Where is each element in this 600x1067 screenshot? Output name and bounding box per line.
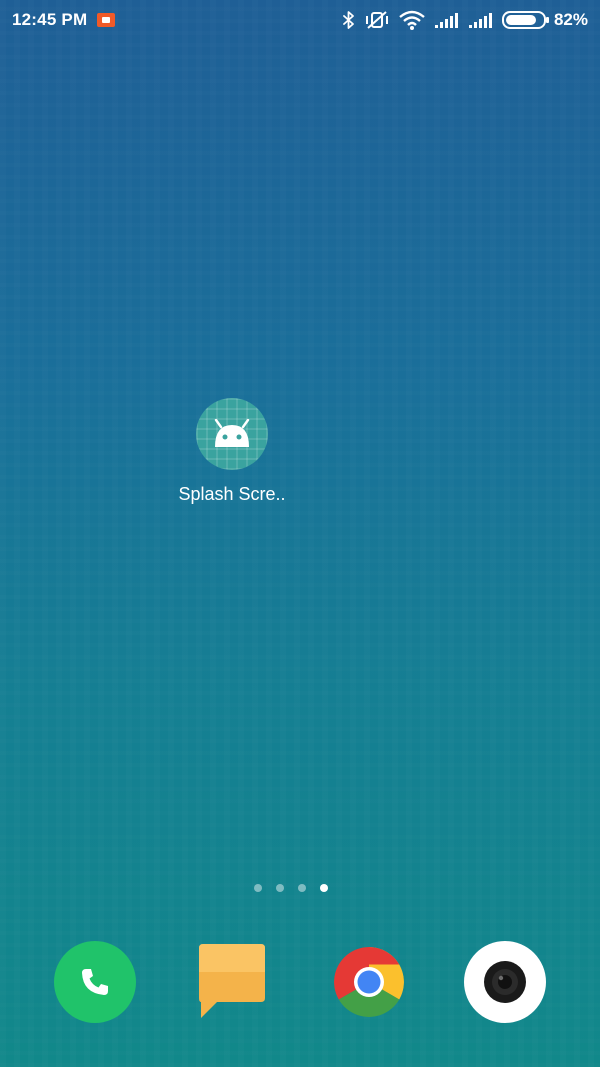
messages-icon [199, 944, 265, 1018]
vibrate-off-icon [364, 10, 390, 30]
signal-1-icon [434, 11, 460, 29]
status-time: 12:45 PM [12, 10, 88, 29]
camera-icon[interactable] [464, 941, 546, 1023]
camera-app-button[interactable] [463, 940, 547, 1024]
page-dot-2[interactable] [276, 884, 284, 892]
battery-percent: 82% [553, 10, 588, 29]
battery-nub [545, 17, 549, 23]
wifi-icon [398, 10, 426, 30]
signal-2-icon [468, 11, 494, 29]
messages-app-button[interactable] [190, 940, 274, 1024]
bluetooth-icon [342, 11, 356, 29]
page-indicator [254, 884, 328, 892]
status-right: 82% [342, 10, 588, 30]
screen-record-dot [102, 17, 111, 23]
android-app-icon[interactable] [196, 398, 268, 470]
screen-record-icon [97, 13, 116, 27]
chrome-app-button[interactable] [327, 940, 411, 1024]
dock [0, 940, 600, 1028]
wallpaper-texture [0, 0, 600, 1067]
app-label[interactable]: Splash Scre.. [162, 484, 302, 505]
chrome-icon [334, 947, 404, 1017]
page-dot-1[interactable] [254, 884, 262, 892]
page-dot-4[interactable] [320, 884, 328, 892]
phone-app-button[interactable] [53, 940, 137, 1024]
phone-icon[interactable] [54, 941, 136, 1023]
status-left: 12:45 PM [12, 10, 116, 30]
status-bar: 12:45 PM 82% [0, 0, 600, 40]
app-splash-screen[interactable]: Splash Scre.. [162, 398, 302, 505]
battery-icon [501, 11, 549, 29]
battery-fill [505, 15, 536, 25]
page-dot-3[interactable] [298, 884, 306, 892]
